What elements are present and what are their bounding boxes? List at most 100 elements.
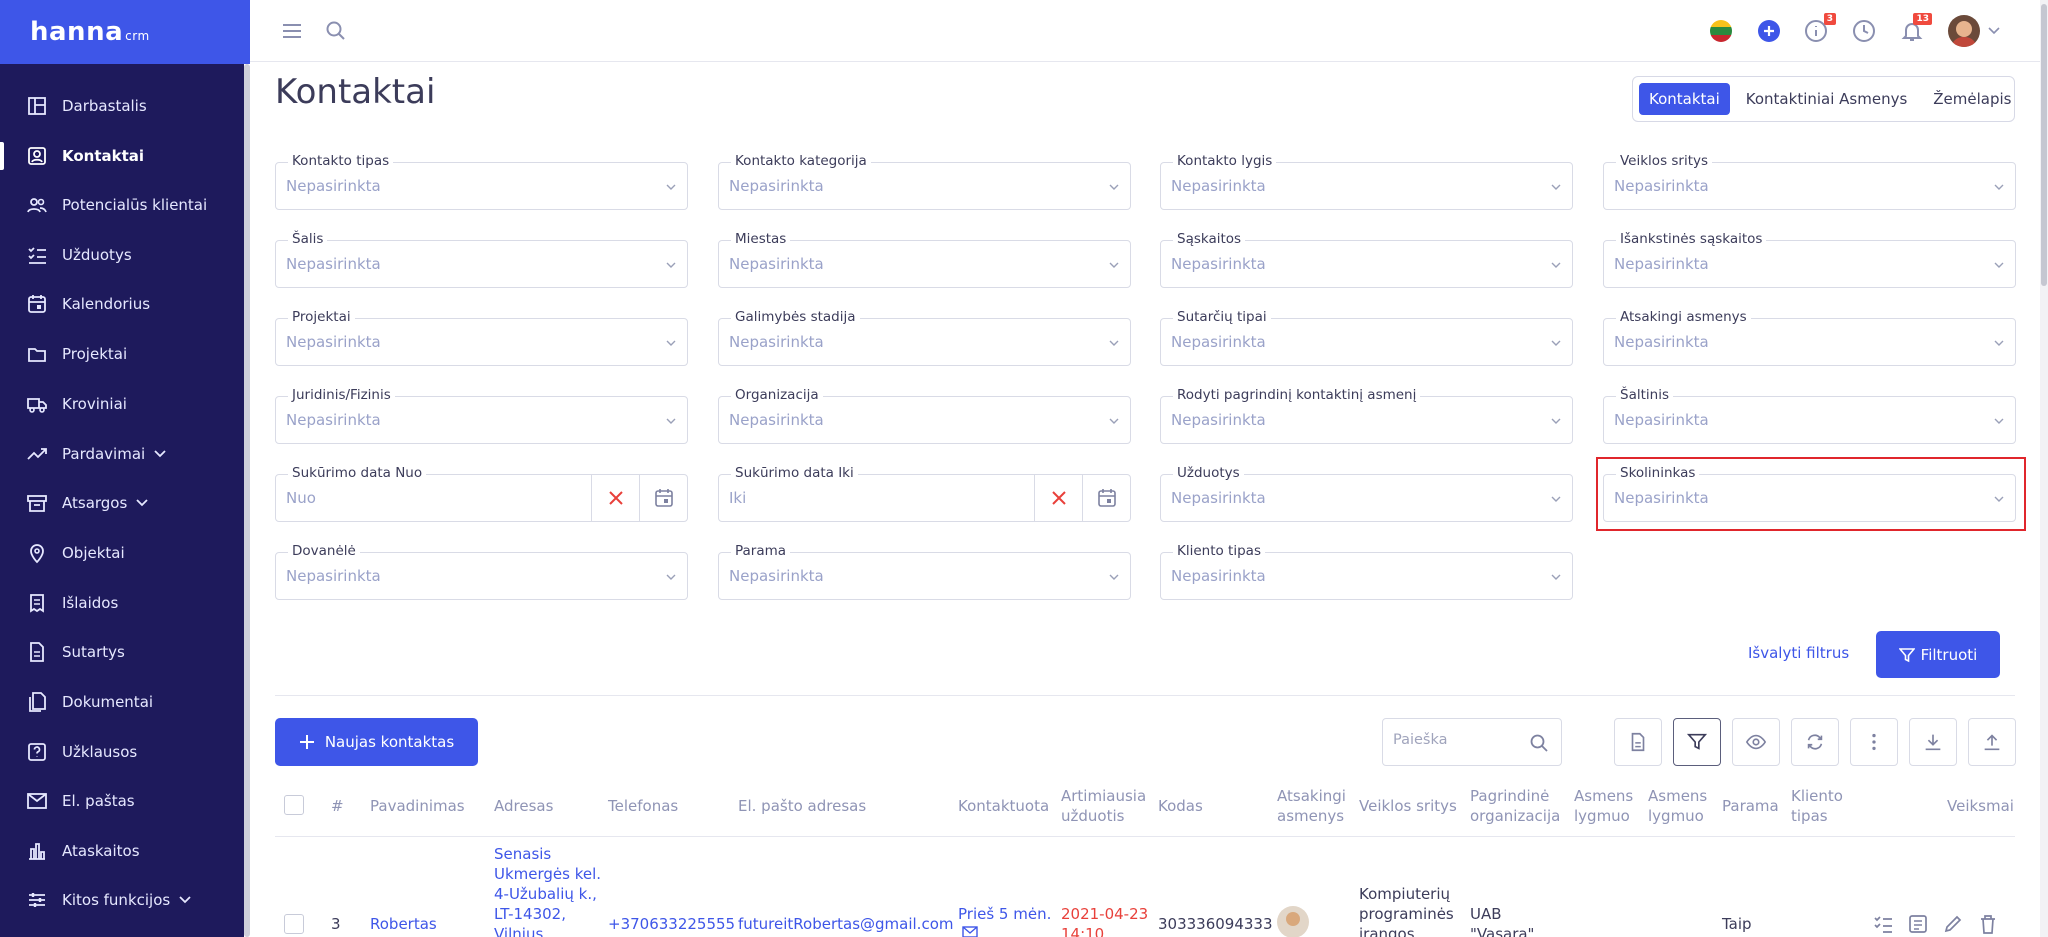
row-next-task-date[interactable]: 2021-04-23 <box>1061 904 1148 924</box>
filter-sukurimo-data-nuo[interactable]: Sukūrimo data Nuo Nuo <box>275 465 688 522</box>
app-logo[interactable]: hanna crm <box>0 0 250 64</box>
filter-miestas[interactable]: Miestas Nepasirinkta <box>718 231 1131 288</box>
sidebar-item-kalendorius[interactable]: Kalendorius <box>0 284 244 324</box>
sidebar-item-darbastalis[interactable]: Darbastalis <box>0 86 244 126</box>
filter-kontakto-kategorija[interactable]: Kontakto kategorija Nepasirinkta <box>718 153 1131 210</box>
calendar-button[interactable] <box>639 475 687 521</box>
sidebar-item-dokumentai[interactable]: Dokumentai <box>0 682 244 722</box>
trash-icon[interactable] <box>1977 913 1999 935</box>
filter-atsakingi-asmenys[interactable]: Atsakingi asmenys Nepasirinkta <box>1603 309 2016 366</box>
task-list-icon[interactable] <box>1872 913 1894 935</box>
sidebar-item-kitos-funkcijos[interactable]: Kitos funkcijos <box>0 880 244 920</box>
col-organization[interactable]: Pagrindinė organizacija <box>1470 786 1562 826</box>
add-icon[interactable] <box>1757 19 1781 43</box>
sidebar-item-potencialus-klientai[interactable]: Potencialūs klientai <box>0 185 244 225</box>
filter-saltinis[interactable]: Šaltinis Nepasirinkta <box>1603 387 2016 444</box>
note-icon[interactable] <box>1907 913 1929 935</box>
row-contacted[interactable]: Prieš 5 mėn. <box>958 904 1051 924</box>
sidebar-item-ataskaitos[interactable]: Ataskaitos <box>0 831 244 871</box>
tab-zemelapis[interactable]: Žemėlapis <box>1923 83 2021 115</box>
tab-kontaktai[interactable]: Kontaktai <box>1639 83 1730 115</box>
col-number[interactable]: # <box>331 796 344 816</box>
calendar-button[interactable] <box>1082 475 1130 521</box>
row-phone-link[interactable]: +370633225555 <box>608 914 735 934</box>
filter-button[interactable]: Filtruoti <box>1876 631 2000 678</box>
row-email-link[interactable]: futureitRobertas@gmail.com <box>738 914 954 934</box>
download-button[interactable] <box>1909 718 1957 766</box>
col-email[interactable]: El. pašto adresas <box>738 796 866 816</box>
sidebar-item-projektai[interactable]: Projektai <box>0 334 244 374</box>
row-name-link[interactable]: Robertas <box>370 914 437 934</box>
chevron-down-icon[interactable] <box>1987 24 2001 38</box>
filter-kontakto-tipas[interactable]: Kontakto tipas Nepasirinkta <box>275 153 688 210</box>
col-client-type[interactable]: Kliento tipas <box>1791 786 1849 826</box>
filter-juridinis-fizinis[interactable]: Juridinis/Fizinis Nepasirinkta <box>275 387 688 444</box>
filter-galimybes-stadija[interactable]: Galimybės stadija Nepasirinkta <box>718 309 1131 366</box>
tab-kontaktiniai-asmenys[interactable]: Kontaktiniai Asmenys <box>1736 83 1918 115</box>
clear-filters-link[interactable]: Išvalyti filtrus <box>1748 644 1849 662</box>
filter-kontakto-lygis[interactable]: Kontakto lygis Nepasirinkta <box>1160 153 1573 210</box>
filter-uzduotys[interactable]: Užduotys Nepasirinkta <box>1160 465 1573 522</box>
col-name[interactable]: Pavadinimas <box>370 796 465 816</box>
notifications-button[interactable]: 13 <box>1900 13 1932 43</box>
col-contacted[interactable]: Kontaktuota <box>958 796 1049 816</box>
filter-sukurimo-data-iki[interactable]: Sukūrimo data Iki Iki <box>718 465 1131 522</box>
sidebar-item-uzduotys[interactable]: Užduotys <box>0 235 244 275</box>
col-code[interactable]: Kodas <box>1158 796 1203 816</box>
clear-date-button[interactable] <box>1034 475 1082 521</box>
sidebar-item-el-pastas[interactable]: El. paštas <box>0 781 244 821</box>
sidebar-item-kroviniai[interactable]: Kroviniai <box>0 384 244 424</box>
clear-date-button[interactable] <box>591 475 639 521</box>
filter-projektai[interactable]: Projektai Nepasirinkta <box>275 309 688 366</box>
search-icon[interactable] <box>1529 733 1549 753</box>
edit-icon[interactable] <box>1942 913 1964 935</box>
columns-visibility-button[interactable] <box>1732 718 1780 766</box>
filter-isankstines-saskaitos[interactable]: Išankstinės sąskaitos Nepasirinkta <box>1603 231 2016 288</box>
col-next-task[interactable]: Artimiausia užduotis <box>1061 786 1146 826</box>
sidebar-item-kontaktai[interactable]: Kontaktai <box>0 136 244 176</box>
col-person-level-1[interactable]: Asmens lygmuo <box>1574 786 1633 826</box>
info-button[interactable]: 3 <box>1804 13 1836 43</box>
user-avatar[interactable] <box>1948 15 1980 47</box>
col-responsible[interactable]: Atsakingi asmenys <box>1277 786 1347 826</box>
date-input[interactable]: Iki <box>729 489 746 507</box>
select-all-checkbox[interactable] <box>284 795 304 815</box>
date-input[interactable]: Nuo <box>286 489 316 507</box>
sidebar-item-atsargos[interactable]: Atsargos <box>0 483 244 523</box>
filter-organizacija[interactable]: Organizacija Nepasirinkta <box>718 387 1131 444</box>
sidebar-item-objektai[interactable]: Objektai <box>0 533 244 573</box>
menu-icon[interactable] <box>280 19 304 43</box>
sidebar-item-uzklausos[interactable]: Užklausos <box>0 732 244 772</box>
filter-rodyti-pagrindini-kontaktini-asmeni[interactable]: Rodyti pagrindinį kontaktinį asmenį Nepas… <box>1160 387 1573 444</box>
filter-sutarciu-tipai[interactable]: Sutarčių tipai Nepasirinkta <box>1160 309 1573 366</box>
filter-dovanele[interactable]: Dovanėlė Nepasirinkta <box>275 543 688 600</box>
sidebar-item-sutartys[interactable]: Sutartys <box>0 632 244 672</box>
table-search-input[interactable] <box>1393 732 1523 748</box>
col-activity[interactable]: Veiklos sritys <box>1359 796 1457 816</box>
col-address[interactable]: Adresas <box>494 796 553 816</box>
clock-icon[interactable] <box>1852 19 1876 43</box>
sidebar-scrollbar[interactable] <box>244 64 250 937</box>
sidebar-item-islaidos[interactable]: Išlaidos <box>0 583 244 623</box>
col-support[interactable]: Parama <box>1722 796 1779 816</box>
responsible-avatar[interactable] <box>1277 906 1309 937</box>
col-person-level-2[interactable]: Asmens lygmuo <box>1648 786 1707 826</box>
filter-salis[interactable]: Šalis Nepasirinkta <box>275 231 688 288</box>
filter-kliento-tipas[interactable]: Kliento tipas Nepasirinkta <box>1160 543 1573 600</box>
search-icon[interactable] <box>324 19 348 43</box>
upload-button[interactable] <box>1968 718 2016 766</box>
filter-saskaitos[interactable]: Sąskaitos Nepasirinkta <box>1160 231 1573 288</box>
row-checkbox[interactable] <box>284 914 304 934</box>
filter-parama[interactable]: Parama Nepasirinkta <box>718 543 1131 600</box>
col-phone[interactable]: Telefonas <box>608 796 678 816</box>
refresh-button[interactable] <box>1791 718 1839 766</box>
new-contact-button[interactable]: Naujas kontaktas <box>275 718 478 766</box>
language-flag-icon[interactable] <box>1710 20 1732 42</box>
toggle-filters-button[interactable] <box>1673 718 1721 766</box>
more-options-button[interactable] <box>1850 718 1898 766</box>
sidebar-item-pardavimai[interactable]: Pardavimai <box>0 434 244 474</box>
row-next-task-time[interactable]: 14:10 <box>1061 924 1104 937</box>
filter-veiklos-sritys[interactable]: Veiklos sritys Nepasirinkta <box>1603 153 2016 210</box>
export-sheet-button[interactable] <box>1614 718 1662 766</box>
page-scrollbar[interactable] <box>2040 0 2048 937</box>
